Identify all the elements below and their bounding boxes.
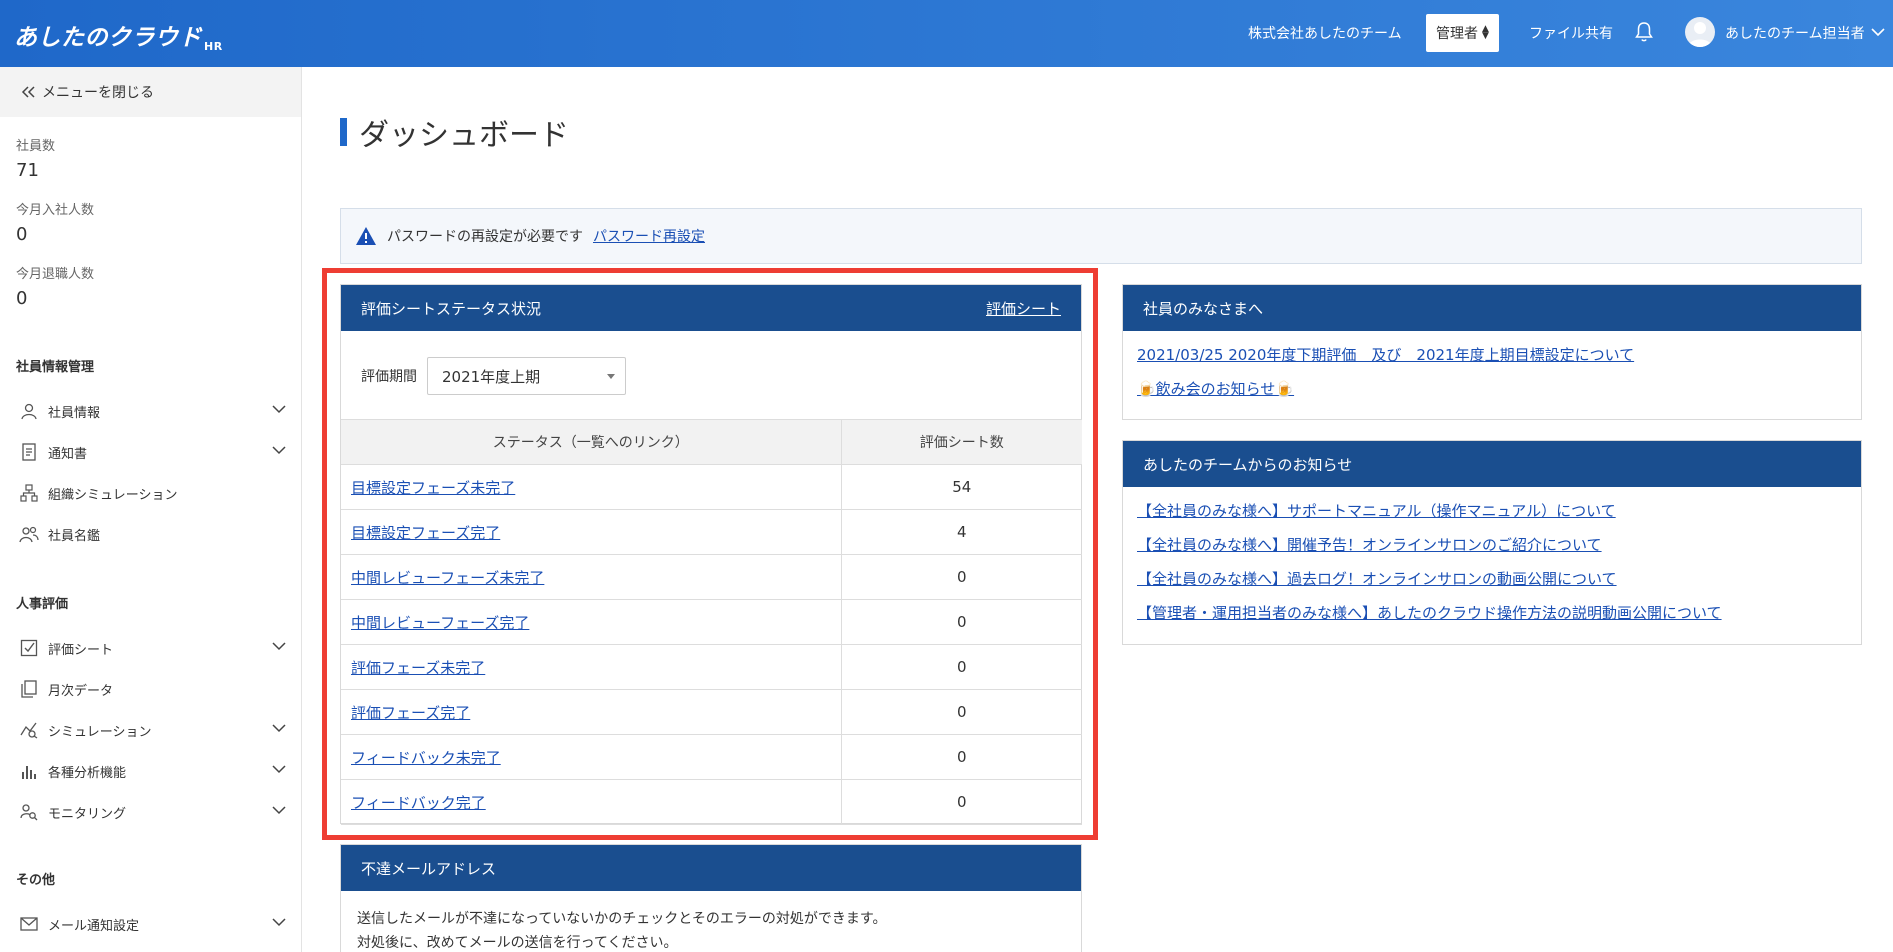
role-select[interactable]: 管理者 ▲ ▼ [1426, 14, 1499, 52]
sidebar-item-label: 社員情報 [48, 405, 101, 421]
role-value: 管理者 [1436, 26, 1479, 42]
bell-icon[interactable] [1634, 20, 1654, 44]
notice-link[interactable]: 【全社員のみな様へ】サポートマニュアル（操作マニュアル）について [1137, 502, 1616, 520]
close-menu-label: メニューを閉じる [42, 85, 154, 101]
sidebar-item-label: 組織シミュレーション [48, 487, 178, 503]
team-notice-panel: あしたのチームからのお知らせ 【全社員のみな様へ】サポートマニュアル（操作マニュ… [1122, 440, 1862, 645]
user-name[interactable]: あしたのチーム担当者 [1725, 23, 1865, 43]
sidebar-item-label: モニタリング [48, 806, 127, 822]
left-count-label: 今月退職人数 [16, 267, 95, 282]
bounce-mail-line1: 送信したメールが不達になっていないかのチェックとそのエラーの対処ができます。 [357, 911, 887, 927]
document-icon [18, 441, 40, 463]
notice-link[interactable]: 🍺飲み会のお知らせ🍺 [1137, 380, 1294, 398]
joined-count-label: 今月入社人数 [16, 203, 95, 218]
people-icon [18, 523, 40, 545]
simulation-icon [18, 719, 40, 741]
bounce-mail-header: 不達メールアドレス [341, 845, 1081, 891]
sidebar-item-simulation[interactable]: シミュレーション [18, 715, 292, 745]
section-other: その他 [16, 873, 56, 888]
bounce-mail-line2: 対処後に、改めてメールの送信を行ってください。 [357, 935, 678, 951]
sidebar-item-analysis[interactable]: 各種分析機能 [18, 756, 292, 786]
title-accent-bar [340, 118, 347, 146]
sidebar-item-label: シミュレーション [48, 724, 152, 740]
page-title: ダッシュボード [340, 114, 569, 153]
sidebar-item-label: メール通知設定 [48, 918, 140, 934]
chevron-down-icon [272, 724, 286, 733]
bar-chart-icon [18, 760, 40, 782]
chevron-down-icon[interactable] [1870, 22, 1886, 42]
sidebar-item-label: 通知書 [48, 446, 88, 462]
section-employee: 社員情報管理 [16, 360, 95, 375]
top-header: あしたのクラウド HR 株式会社あしたのチーム 管理者 ▲ ▼ ファイル共有 あした… [0, 0, 1893, 67]
warning-icon [356, 227, 376, 245]
alert-text: パスワードの再設定が必要です [387, 229, 583, 245]
highlight-frame [322, 268, 1098, 840]
team-notice-list: 【全社員のみな様へ】サポートマニュアル（操作マニュアル）について 【全社員のみな… [1123, 487, 1861, 637]
sidebar: メニューを閉じる 社員数 71 今月入社人数 0 今月退職人数 0 社員情報管理… [0, 67, 302, 952]
password-reset-link[interactable]: パスワード再設定 [593, 226, 705, 246]
employee-notice-list: 2021/03/25 2020年度下期評価 及び 2021年度上期目標設定につい… [1123, 331, 1861, 413]
joined-count-value: 0 [16, 224, 28, 245]
employee-notice-title: 社員のみなさまへ [1143, 299, 1264, 318]
employee-notice-header: 社員のみなさまへ [1123, 285, 1861, 331]
password-alert: パスワードの再設定が必要です パスワード再設定 [340, 208, 1862, 264]
notice-link[interactable]: 【全社員のみな様へ】過去ログ！オンラインサロンの動画公開について [1137, 570, 1617, 588]
team-notice-header: あしたのチームからのお知らせ [1123, 441, 1861, 487]
page-title-text: ダッシュボード [359, 118, 569, 153]
chevron-down-icon [272, 405, 286, 414]
chevron-down-icon [272, 446, 286, 455]
copy-icon [18, 678, 40, 700]
avatar[interactable] [1685, 17, 1715, 47]
sidebar-item-mail-settings[interactable]: メール通知設定 [18, 909, 292, 939]
sidebar-item-employee-info[interactable]: 社員情報 [18, 396, 292, 426]
checkbox-icon [18, 637, 40, 659]
company-name[interactable]: 株式会社あしたのチーム [1248, 23, 1402, 43]
sidebar-item-label: 月次データ [48, 683, 114, 699]
bounce-mail-title: 不達メールアドレス [361, 859, 497, 878]
chevron-down-icon [272, 642, 286, 651]
sidebar-item-directory[interactable]: 社員名鑑 [18, 519, 292, 549]
double-chevron-left-icon [21, 86, 35, 98]
left-count-value: 0 [16, 288, 28, 309]
chevron-down-icon [272, 918, 286, 927]
section-hr-eval: 人事評価 [16, 597, 69, 612]
sidebar-item-label: 社員名鑑 [48, 528, 101, 544]
sidebar-item-monthly-data[interactable]: 月次データ [18, 674, 292, 704]
sidebar-item-monitoring[interactable]: モニタリング [18, 797, 292, 827]
sidebar-item-label: 評価シート [48, 642, 114, 658]
notice-link[interactable]: 【管理者・運用担当者のみな様へ】あしたのクラウド操作方法の説明動画公開について [1137, 604, 1722, 622]
team-notice-title: あしたのチームからのお知らせ [1143, 455, 1353, 474]
chevron-down-icon [272, 765, 286, 774]
mail-icon [18, 913, 40, 935]
close-menu-button[interactable]: メニューを閉じる [0, 67, 301, 117]
employee-notice-panel: 社員のみなさまへ 2021/03/25 2020年度下期評価 及び 2021年度… [1122, 284, 1862, 420]
logo-sub: HR [204, 40, 223, 53]
file-share-link[interactable]: ファイル共有 [1529, 23, 1613, 43]
app-logo[interactable]: あしたのクラウド HR [14, 18, 223, 53]
sidebar-item-notice[interactable]: 通知書 [18, 437, 292, 467]
sort-arrows-icon: ▲ ▼ [1482, 24, 1489, 41]
person-search-icon [18, 801, 40, 823]
notice-link[interactable]: 2021/03/25 2020年度下期評価 及び 2021年度上期目標設定につい… [1137, 346, 1634, 364]
bounce-mail-body: 送信したメールが不達になっていないかのチェックとそのエラーの対処ができます。 対… [341, 891, 1081, 952]
sidebar-item-eval-sheet[interactable]: 評価シート [18, 633, 292, 663]
bounce-mail-panel: 不達メールアドレス 送信したメールが不達になっていないかのチェックとそのエラーの… [340, 844, 1082, 952]
notice-link[interactable]: 【全社員のみな様へ】開催予告！オンラインサロンのご紹介について [1137, 536, 1602, 554]
sidebar-item-org-simulation[interactable]: 組織シミュレーション [18, 478, 292, 508]
person-icon [18, 400, 40, 422]
employee-count-label: 社員数 [16, 139, 56, 154]
employee-count-value: 71 [16, 160, 39, 181]
logo-text: あしたのクラウド [14, 25, 202, 51]
sidebar-item-label: 各種分析機能 [48, 765, 127, 781]
org-chart-icon [18, 482, 40, 504]
chevron-down-icon [272, 806, 286, 815]
